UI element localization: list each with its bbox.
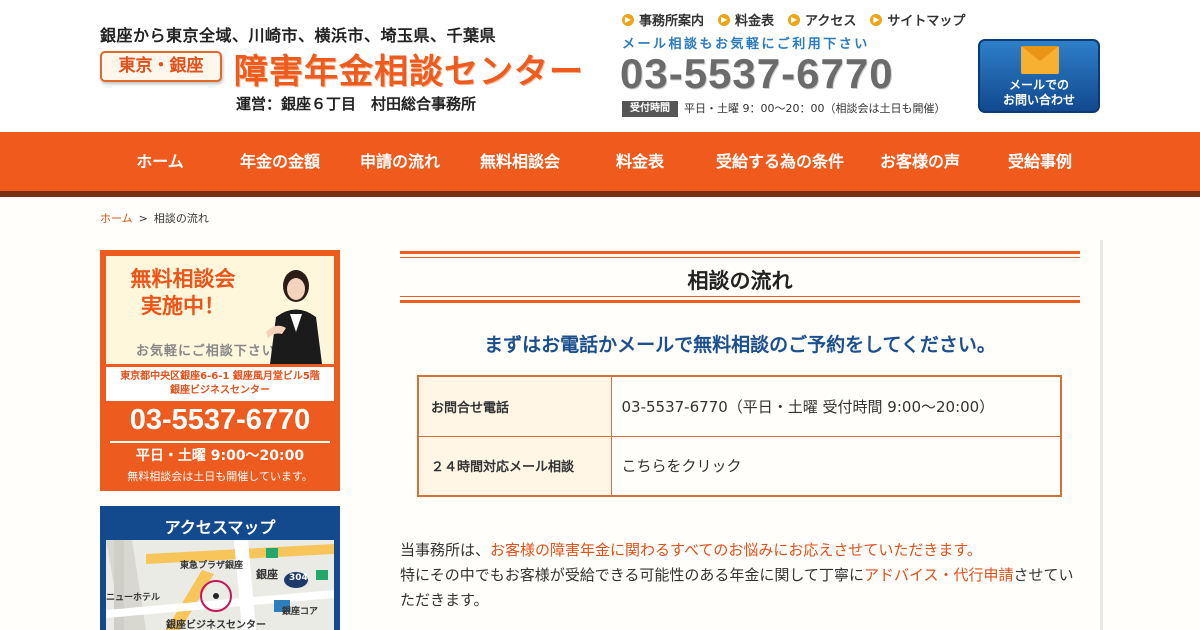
chevron-right-icon: ▶ xyxy=(622,13,634,26)
chevron-right-icon: ▶ xyxy=(788,13,801,26)
intro-text: 特にその中でもお客様が受給できる可能性のある年金に関して丁寧に xyxy=(400,566,864,584)
map-label-ginza-business-center: 銀座ビジネスセンター xyxy=(166,620,266,630)
nav-eligibility[interactable]: 受給する為の条件 xyxy=(716,132,844,191)
intro-paragraph: 当事務所は、お客様の障害年金に関わるすべてのお悩みにお応えさせていただきます。 … xyxy=(400,538,1080,613)
mail-button-label: メールでの お問い合わせ xyxy=(1002,78,1075,107)
nav-pension-amount[interactable]: 年金の金額 xyxy=(240,132,320,191)
topnav-label: 料金表 xyxy=(735,14,775,29)
promo-title: 無料相談会 実施中！ xyxy=(118,266,248,320)
advice-link[interactable]: アドバイス・代行申請 xyxy=(864,566,1014,584)
area-badge: 東京・銀座 xyxy=(100,51,222,82)
contact-table: お問合せ電話 03-5537-6770（平日・土曜 受付時間 9:00～20:0… xyxy=(417,375,1062,497)
intro-text: 当事務所は、 xyxy=(400,541,491,559)
main-nav: ホーム 年金の金額 申請の流れ 無料相談会 料金表 受給する為の条件 お客様の声… xyxy=(0,132,1200,197)
nav-application-flow[interactable]: 申請の流れ xyxy=(360,132,440,191)
promo-inner-panel: 無料相談会 実施中！ お気軽にご相談下さい xyxy=(106,256,334,364)
topnav-label: 事務所案内 xyxy=(639,14,705,29)
promo-address: 東京都中央区銀座6-6-1 銀座風月堂ビル5階 銀座ビジネスセンター xyxy=(106,367,334,401)
site-header: 銀座から東京全域、川崎市、横浜市、埼玉県、千葉県 東京・銀座 障害年金相談センタ… xyxy=(0,0,1200,132)
nav-home[interactable]: ホーム xyxy=(136,132,184,191)
intro-line-2: 特にその中でもお客様が受給できる可能性のある年金に関して丁寧にアドバイス・代行申… xyxy=(400,563,1080,613)
content-side-rule xyxy=(1100,240,1103,630)
hours-badge: 受付時間 xyxy=(622,101,678,117)
map-label-route-304: 304 xyxy=(289,573,308,583)
topnav-fees[interactable]: ▶ 料金表 xyxy=(718,10,774,29)
breadcrumb-home[interactable]: ホーム xyxy=(100,212,133,225)
free-consultation-banner[interactable]: 無料相談会 実施中！ お気軽にご相談下さい 東京都中央区銀座6-6-1 銀座風月… xyxy=(100,250,340,491)
breadcrumb-separator: > xyxy=(138,212,148,225)
topnav-label: サイトマップ xyxy=(887,14,966,29)
nav-case-examples[interactable]: 受給事例 xyxy=(1008,132,1072,191)
topnav-sitemap[interactable]: ▶ サイトマップ xyxy=(870,10,965,29)
promo-phone[interactable]: 03-5537-6770 xyxy=(100,404,340,437)
intro-line-1: 当事務所は、お客様の障害年金に関わるすべてのお悩みにお応えさせていただきます。 xyxy=(400,538,1080,563)
promo-divider xyxy=(110,441,330,443)
access-map[interactable]: 東急プラザ銀座 銀座 304 ニューホテル 銀座コア 銀座ビジネスセンター xyxy=(106,540,334,630)
map-label-new-hotel: ニューホテル xyxy=(106,593,161,603)
chevron-right-icon: ▶ xyxy=(870,13,883,26)
promo-title-line2: 実施中！ xyxy=(141,294,225,318)
nav-free-consultation[interactable]: 無料相談会 xyxy=(480,132,560,191)
table-row: ２４時間対応メール相談 こちらをクリック xyxy=(417,435,1062,497)
mail-inquiry-button[interactable]: メールでの お問い合わせ xyxy=(978,39,1100,113)
table-header-cell: お問合せ電話 xyxy=(417,375,612,437)
envelope-icon xyxy=(1021,46,1059,74)
intro-highlight: お客様の障害年金に関わるすべてのお悩みにお応えさせていただきます。 xyxy=(490,541,982,559)
promo-title-line1: 無料相談会 xyxy=(130,267,236,291)
site-title[interactable]: 障害年金相談センター xyxy=(234,44,584,93)
map-label-ginza-core: 銀座コア xyxy=(282,607,319,617)
nav-testimonials[interactable]: お客様の声 xyxy=(880,132,960,191)
consultant-person-icon xyxy=(266,270,322,364)
page-title: 相談の流れ xyxy=(687,269,793,293)
nav-fee-table[interactable]: 料金表 xyxy=(616,132,664,191)
operator-text: 運営：銀座６丁目 村田総合事務所 xyxy=(236,95,477,113)
access-map-title: アクセスマップ xyxy=(164,518,276,537)
mail-consultation-link[interactable]: こちらをクリック xyxy=(610,435,1062,497)
table-header-cell: ２４時間対応メール相談 xyxy=(417,435,612,497)
breadcrumb-current: 相談の流れ xyxy=(153,212,209,225)
promo-hours: 平日・土曜 9:00〜20:00 xyxy=(135,448,305,464)
table-value-cell: 03-5537-6770（平日・土曜 受付時間 9:00～20:00） xyxy=(610,375,1062,437)
access-map-widget[interactable]: アクセスマップ 東急プラザ銀座 銀座 304 ニューホテル 銀座コア 銀座ビジネ… xyxy=(100,506,340,630)
service-area-tagline: 銀座から東京全域、川崎市、横浜市、埼玉県、千葉県 xyxy=(100,26,497,45)
hours-text: 平日・土曜 9：00～20：00（相談会は土日も開催） xyxy=(684,102,946,115)
table-row: お問合せ電話 03-5537-6770（平日・土曜 受付時間 9:00～20:0… xyxy=(417,375,1062,437)
promo-note: 無料相談会は土日も開催しています。 xyxy=(127,470,313,483)
breadcrumb: ホーム > 相談の流れ xyxy=(100,210,209,226)
lead-text: まずはお電話かメールで無料相談のご予約をしてください。 xyxy=(484,334,996,356)
top-utility-nav: ▶ 事務所案内 ▶ 料金表 ▶ アクセス ▶ サイトマップ xyxy=(622,10,965,29)
topnav-office-info[interactable]: ▶ 事務所案内 xyxy=(622,10,704,29)
topnav-label: アクセス xyxy=(805,14,857,29)
map-label-ginza: 銀座 xyxy=(256,568,278,581)
page-heading-box: 相談の流れ xyxy=(400,251,1080,303)
header-phone-number[interactable]: 03-5537-6770 xyxy=(620,50,894,98)
chevron-right-icon: ▶ xyxy=(718,13,731,26)
map-label-tokyu-plaza: 東急プラザ銀座 xyxy=(180,561,244,571)
promo-subtitle: お気軽にご相談下さい xyxy=(136,344,276,359)
topnav-access[interactable]: ▶ アクセス xyxy=(788,10,856,29)
